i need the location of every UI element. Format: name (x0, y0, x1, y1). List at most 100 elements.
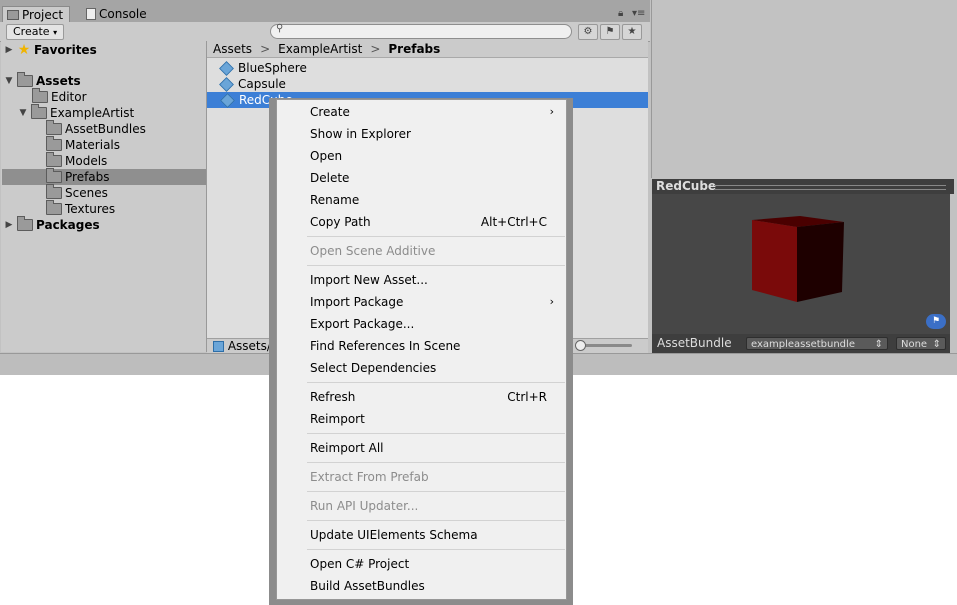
lock-icon[interactable]: 🔒︎ (618, 8, 623, 19)
menu-separator (307, 520, 565, 521)
tree-item-assetbundles[interactable]: AssetBundles (46, 120, 146, 137)
asset-item-bluesphere[interactable]: BlueSphere (219, 60, 307, 76)
tree-item-materials[interactable]: Materials (46, 136, 120, 153)
drag-handle[interactable] (714, 185, 946, 190)
menu-label: Reimport All (310, 441, 384, 455)
menu-item-extract-from-prefab: Extract From Prefab (277, 466, 566, 488)
menu-item-select-dependencies[interactable]: Select Dependencies (277, 357, 566, 379)
asset-label: BlueSphere (238, 61, 307, 75)
updown-icon: ⇕ (932, 339, 941, 350)
menu-item-run-api-updater: Run API Updater... (277, 495, 566, 517)
menu-item-import-new-asset[interactable]: Import New Asset... (277, 269, 566, 291)
menu-item-refresh[interactable]: Refresh Ctrl+R (277, 386, 566, 408)
asset-preview[interactable]: ⚑ (652, 194, 950, 334)
slider-handle[interactable] (575, 340, 586, 351)
breadcrumb-assets[interactable]: Assets (213, 42, 252, 56)
filter-by-label-icon[interactable]: ⚑ (600, 24, 620, 40)
create-button[interactable]: Create ▾ (6, 24, 65, 40)
menu-separator (307, 382, 565, 383)
shortcut-label: Ctrl+R (507, 390, 547, 404)
tree-item-packages[interactable]: ▶ Packages (4, 216, 100, 233)
menu-item-import-package[interactable]: Import Package › (277, 291, 566, 313)
menu-item-open[interactable]: Open (277, 145, 566, 167)
tab-console[interactable]: Console (82, 6, 153, 22)
tree-label: Assets (36, 74, 81, 88)
tab-project[interactable]: Project (2, 6, 71, 23)
expand-arrow-icon[interactable]: ▶ (4, 217, 14, 233)
tab-project-label: Project (22, 8, 64, 22)
window-menu-icon[interactable]: ▾≡ (632, 8, 645, 19)
menu-label: Create (310, 105, 350, 119)
folder-icon (31, 104, 47, 119)
favorite-star-icon[interactable]: ★ (622, 24, 642, 40)
menu-item-show-in-explorer[interactable]: Show in Explorer (277, 123, 566, 145)
menu-label: Find References In Scene (310, 339, 461, 353)
tree-item-favorites[interactable]: ▶ ★ Favorites (4, 42, 97, 58)
tree-label: ExampleArtist (50, 106, 135, 120)
tree-item-editor[interactable]: Editor (32, 88, 87, 105)
search-input[interactable]: ⚲ (270, 23, 572, 39)
prefab-icon (213, 341, 224, 352)
folder-icon (32, 88, 48, 103)
menu-label: Import New Asset... (310, 273, 428, 287)
folder-icon (17, 72, 33, 87)
menu-item-delete[interactable]: Delete (277, 167, 566, 189)
menu-separator (307, 491, 565, 492)
tree-item-models[interactable]: Models (46, 152, 108, 169)
tab-console-label: Console (99, 7, 147, 21)
collapse-arrow-icon[interactable]: ▼ (4, 73, 14, 89)
menu-item-export-package[interactable]: Export Package... (277, 313, 566, 335)
menu-label: Build AssetBundles (310, 579, 425, 593)
menu-label: Import Package (310, 295, 404, 309)
menu-item-copy-path[interactable]: Copy Path Alt+Ctrl+C (277, 211, 566, 233)
chevron-right-icon: > (260, 42, 271, 56)
assetbundle-dropdown[interactable]: exampleassetbundle ⇕ (746, 337, 888, 350)
menu-label: Run API Updater... (310, 499, 419, 513)
chevron-right-icon: > (370, 42, 381, 56)
variant-value: None (901, 339, 928, 350)
breadcrumb-prefabs[interactable]: Prefabs (388, 42, 440, 56)
breadcrumb-exampleartist[interactable]: ExampleArtist (278, 42, 362, 56)
tree-label: Favorites (34, 43, 97, 57)
collapse-arrow-icon[interactable]: ▼ (18, 105, 28, 121)
menu-item-reimport[interactable]: Reimport (277, 408, 566, 430)
menu-item-rename[interactable]: Rename (277, 189, 566, 211)
menu-label: Open Scene Additive (310, 244, 436, 258)
tree-item-exampleartist[interactable]: ▼ ExampleArtist (18, 104, 135, 121)
tree-label: Textures (65, 202, 116, 216)
menu-separator (307, 462, 565, 463)
tree-label: Editor (51, 90, 87, 104)
menu-label: Open (310, 149, 343, 163)
prefab-icon (219, 60, 234, 76)
folder-icon (46, 136, 62, 151)
create-button-label: Create (13, 25, 50, 38)
search-icon: ⚲ (276, 23, 284, 34)
menu-label: Extract From Prefab (310, 470, 429, 484)
icon-size-slider[interactable] (580, 344, 632, 347)
menu-item-update-uielements-schema[interactable]: Update UIElements Schema (277, 524, 566, 546)
menu-item-open-csharp-project[interactable]: Open C# Project (277, 553, 566, 575)
asset-item-capsule[interactable]: Capsule (219, 76, 286, 92)
menu-item-build-assetbundles[interactable]: Build AssetBundles (277, 575, 566, 597)
menu-separator (307, 236, 565, 237)
submenu-arrow-icon: › (549, 295, 554, 308)
menu-label: Export Package... (310, 317, 415, 331)
tree-item-textures[interactable]: Textures (46, 200, 116, 217)
filter-by-type-icon[interactable]: ⚙ (578, 24, 598, 40)
label-icon[interactable]: ⚑ (926, 314, 946, 329)
tree-label: Models (65, 154, 108, 168)
tree-item-prefabs[interactable]: Prefabs (46, 168, 110, 185)
variant-dropdown[interactable]: None ⇕ (896, 337, 946, 350)
tree-item-scenes[interactable]: Scenes (46, 184, 108, 201)
menu-item-create[interactable]: Create › (277, 101, 566, 123)
menu-item-find-references[interactable]: Find References In Scene (277, 335, 566, 357)
assetbundle-value: exampleassetbundle (751, 339, 855, 350)
menu-separator (307, 549, 565, 550)
expand-arrow-icon[interactable]: ▶ (4, 42, 14, 58)
folder-icon (46, 152, 62, 167)
folder-icon (46, 200, 62, 215)
asset-label: Capsule (238, 77, 286, 91)
tree-item-assets[interactable]: ▼ Assets (4, 72, 81, 89)
menu-item-reimport-all[interactable]: Reimport All (277, 437, 566, 459)
inspector-panel (651, 0, 955, 178)
